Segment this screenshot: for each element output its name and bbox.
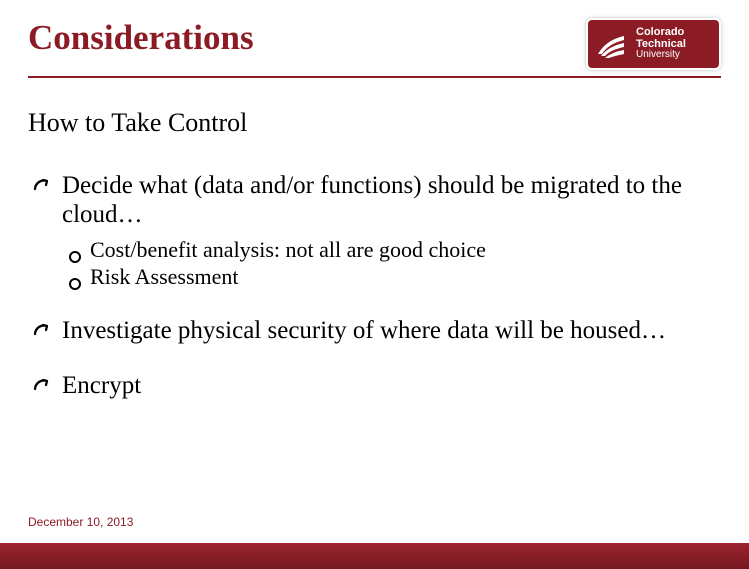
bullet-text: Encrypt <box>62 372 721 401</box>
arrow-icon <box>32 177 56 201</box>
sub-bullets: Cost/benefit analysis: not all are good … <box>32 236 721 291</box>
bullet-line: Encrypt <box>32 372 721 401</box>
bullet-level1: Encrypt <box>32 372 721 401</box>
title-divider <box>28 76 721 78</box>
circle-icon <box>68 270 82 284</box>
logo-text: Colorado Technical University <box>636 27 686 61</box>
bottom-bar <box>0 543 749 569</box>
bullet-level2: Cost/benefit analysis: not all are good … <box>68 236 721 264</box>
arrow-icon <box>32 377 56 401</box>
subtitle: How to Take Control <box>28 108 721 138</box>
logo-mark-icon <box>594 26 630 62</box>
bullet-level1: Decide what (data and/or functions) shou… <box>32 172 721 291</box>
bullet-level1: Investigate physical security of where d… <box>32 317 721 346</box>
footer-date: December 10, 2013 <box>28 515 133 529</box>
sub-bullet-text: Risk Assessment <box>90 263 239 291</box>
arrow-icon <box>32 322 56 346</box>
title-row: Considerations Colorado Technical Univer… <box>28 18 721 70</box>
bullet-text: Investigate physical security of where d… <box>62 317 721 346</box>
circle-icon <box>68 243 82 257</box>
page-title: Considerations <box>28 18 254 58</box>
bullet-line: Investigate physical security of where d… <box>32 317 721 346</box>
slide: Considerations Colorado Technical Univer… <box>0 0 749 569</box>
bullet-level2: Risk Assessment <box>68 263 721 291</box>
logo-line3: University <box>636 50 686 61</box>
sub-bullet-text: Cost/benefit analysis: not all are good … <box>90 236 486 264</box>
bullet-text: Decide what (data and/or functions) shou… <box>62 172 721 230</box>
bullet-line: Decide what (data and/or functions) shou… <box>32 172 721 230</box>
university-logo: Colorado Technical University <box>586 18 721 70</box>
content-body: Decide what (data and/or functions) shou… <box>28 172 721 401</box>
